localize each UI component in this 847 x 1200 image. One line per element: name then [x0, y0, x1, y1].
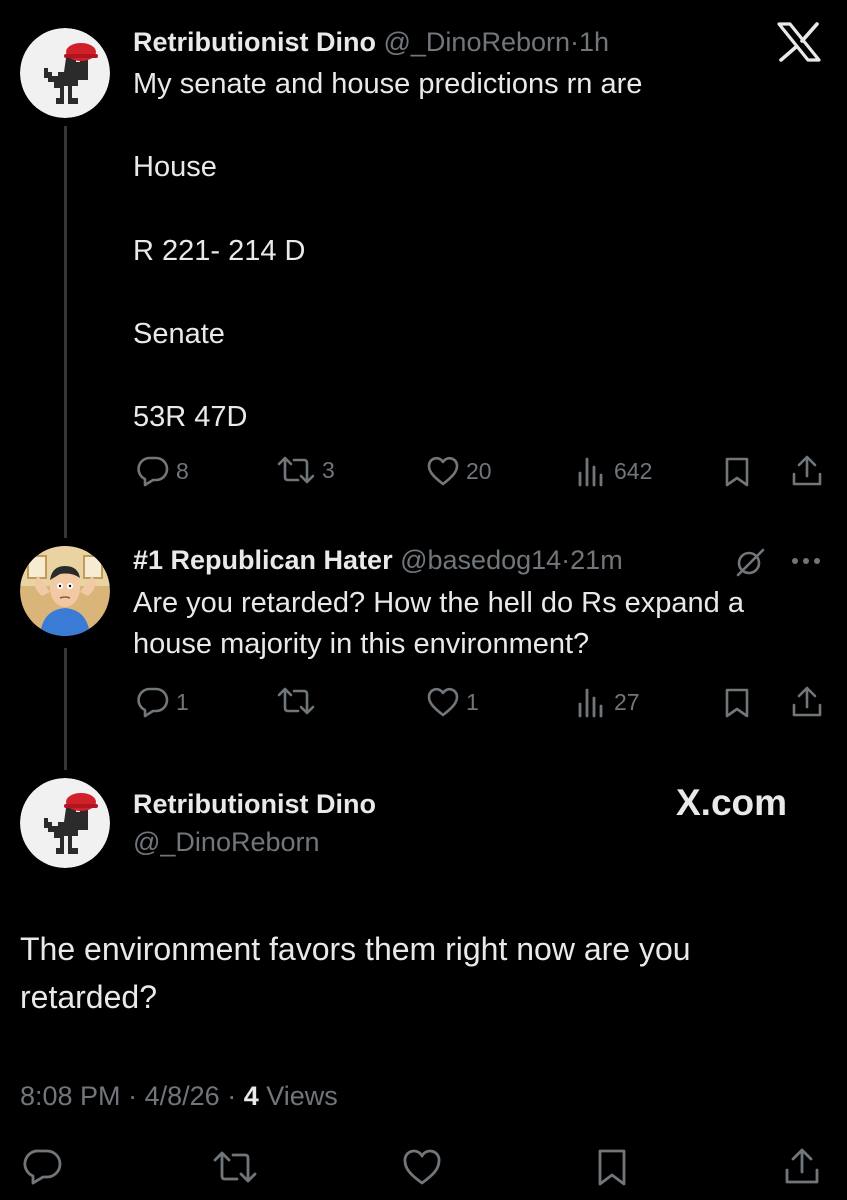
- repost-button[interactable]: 3: [276, 455, 335, 485]
- post-date[interactable]: 4/8/26: [145, 1081, 220, 1111]
- avatar-cartoon[interactable]: [20, 546, 110, 636]
- reply-icon: [137, 687, 169, 718]
- post-time[interactable]: 8:08 PM: [20, 1081, 121, 1111]
- separator: ·: [128, 1081, 138, 1111]
- tweet-1-line: R 221- 214 D: [133, 235, 306, 267]
- like-count: 20: [466, 457, 492, 484]
- bookmark-icon[interactable]: [594, 1148, 630, 1193]
- repost-icon: [277, 456, 315, 484]
- views-button[interactable]: 642: [576, 455, 652, 487]
- thread-line: [64, 126, 67, 538]
- handle[interactable]: @basedog14: [400, 545, 561, 575]
- views-count: 27: [614, 688, 640, 715]
- bookmark-icon[interactable]: [722, 456, 752, 493]
- share-icon[interactable]: [782, 1146, 822, 1191]
- grok-icon[interactable]: [734, 546, 766, 583]
- tweet-2-line: Are you retarded? How the hell do Rs exp…: [133, 587, 744, 619]
- thread-line: [64, 648, 67, 770]
- avatar-dino[interactable]: [20, 778, 110, 868]
- separator: ·: [570, 27, 580, 57]
- reply-count: 1: [176, 688, 189, 715]
- separator: ·: [227, 1081, 237, 1111]
- share-icon[interactable]: [790, 685, 824, 724]
- reply-button[interactable]: 8: [136, 455, 189, 487]
- like-icon[interactable]: [401, 1148, 443, 1191]
- like-icon: [427, 687, 459, 717]
- repost-count: 3: [322, 456, 335, 483]
- like-button[interactable]: 20: [426, 455, 492, 487]
- views-icon: [578, 688, 603, 718]
- tweet-2-line: house majority in this environment?: [133, 628, 590, 660]
- display-name[interactable]: Retributionist Dino: [133, 27, 376, 57]
- x-com-watermark: X.com: [676, 782, 788, 823]
- more-icon[interactable]: [790, 554, 822, 573]
- avatar-dino[interactable]: [20, 28, 110, 118]
- share-icon[interactable]: [790, 454, 824, 493]
- tweet-1-line: My senate and house predictions rn are: [133, 68, 643, 100]
- x-logo-icon[interactable]: [776, 22, 822, 67]
- bookmark-icon[interactable]: [722, 687, 752, 724]
- handle[interactable]: @_DinoReborn: [384, 27, 571, 57]
- tweet-1-line: 53R 47D: [133, 401, 248, 433]
- display-name[interactable]: #1 Republican Hater: [133, 545, 393, 575]
- tweet-3-line: The environment favors them right now ar…: [20, 931, 691, 967]
- timestamp[interactable]: 1h: [579, 27, 609, 57]
- reply-count: 8: [176, 457, 189, 484]
- views-label: Views: [266, 1081, 338, 1111]
- tweet-1-header: Retributionist Dino @_DinoReborn·1h: [133, 25, 609, 59]
- tweet-1-line: House: [133, 151, 217, 183]
- views-icon: [578, 457, 603, 487]
- views-button[interactable]: 27: [576, 686, 640, 718]
- repost-icon: [277, 687, 315, 715]
- views-count[interactable]: 4: [244, 1081, 259, 1111]
- like-count: 1: [466, 688, 479, 715]
- tweet-3-meta: 8:08 PM · 4/8/26 · 4 Views: [20, 1079, 338, 1113]
- like-icon: [427, 456, 459, 486]
- tweet-2-header: #1 Republican Hater @basedog14·21m: [133, 543, 623, 577]
- timestamp[interactable]: 21m: [570, 545, 623, 575]
- views-count: 642: [614, 457, 653, 484]
- repost-icon[interactable]: [212, 1149, 258, 1190]
- like-button[interactable]: 1: [426, 686, 479, 718]
- tweet-1-line: Senate: [133, 318, 225, 350]
- separator: ·: [561, 545, 571, 575]
- repost-button[interactable]: [276, 686, 322, 716]
- reply-button[interactable]: 1: [136, 686, 189, 718]
- reply-icon: [137, 456, 169, 487]
- handle[interactable]: @_DinoReborn: [133, 825, 320, 859]
- reply-icon[interactable]: [23, 1148, 63, 1191]
- display-name[interactable]: Retributionist Dino: [133, 787, 376, 821]
- tweet-3-line: retarded?: [20, 979, 157, 1015]
